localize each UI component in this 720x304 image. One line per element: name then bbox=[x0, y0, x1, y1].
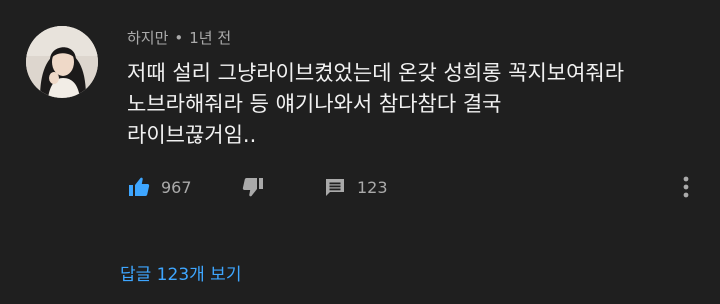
comment-actions: 967 123 bbox=[127, 172, 707, 202]
comment-meta: 하지만 • 1년 전 bbox=[127, 27, 231, 48]
meta-separator: • bbox=[174, 29, 184, 47]
like-count: 967 bbox=[161, 177, 192, 197]
dislike-button[interactable] bbox=[241, 172, 265, 202]
comment-timestamp[interactable]: 1년 전 bbox=[189, 29, 231, 47]
reply-count: 123 bbox=[357, 177, 388, 197]
author-name[interactable]: 하지만 bbox=[127, 29, 168, 47]
reply-button[interactable]: 123 bbox=[323, 172, 388, 202]
thumbs-down-icon bbox=[242, 178, 263, 197]
more-vertical-icon bbox=[683, 176, 689, 198]
comment-text: 저때 설리 그냥라이브켰었는데 온갖 성희롱 꼭지보여줘라 노브라해줘라 등 얘… bbox=[127, 58, 697, 151]
avatar[interactable] bbox=[26, 26, 98, 98]
like-button[interactable]: 967 bbox=[127, 172, 192, 202]
thumbs-up-icon bbox=[129, 177, 150, 196]
comment-text-line: 저때 설리 그냥라이브켰었는데 온갖 성희롱 꼭지보여줘라 bbox=[127, 61, 625, 85]
comment-item: 하지만 • 1년 전 저때 설리 그냥라이브켰었는데 온갖 성희롱 꼭지보여줘라 노… bbox=[0, 0, 720, 304]
more-options-button[interactable] bbox=[675, 172, 697, 202]
view-replies-link[interactable]: 답글 123개 보기 bbox=[120, 260, 241, 285]
comment-text-line: 라이브끊거임.. bbox=[127, 123, 257, 147]
comment-text-line: 노브라해줘라 등 얘기나와서 참다참다 결국 bbox=[127, 92, 502, 116]
comment-icon bbox=[326, 179, 344, 196]
avatar-image bbox=[26, 26, 98, 98]
